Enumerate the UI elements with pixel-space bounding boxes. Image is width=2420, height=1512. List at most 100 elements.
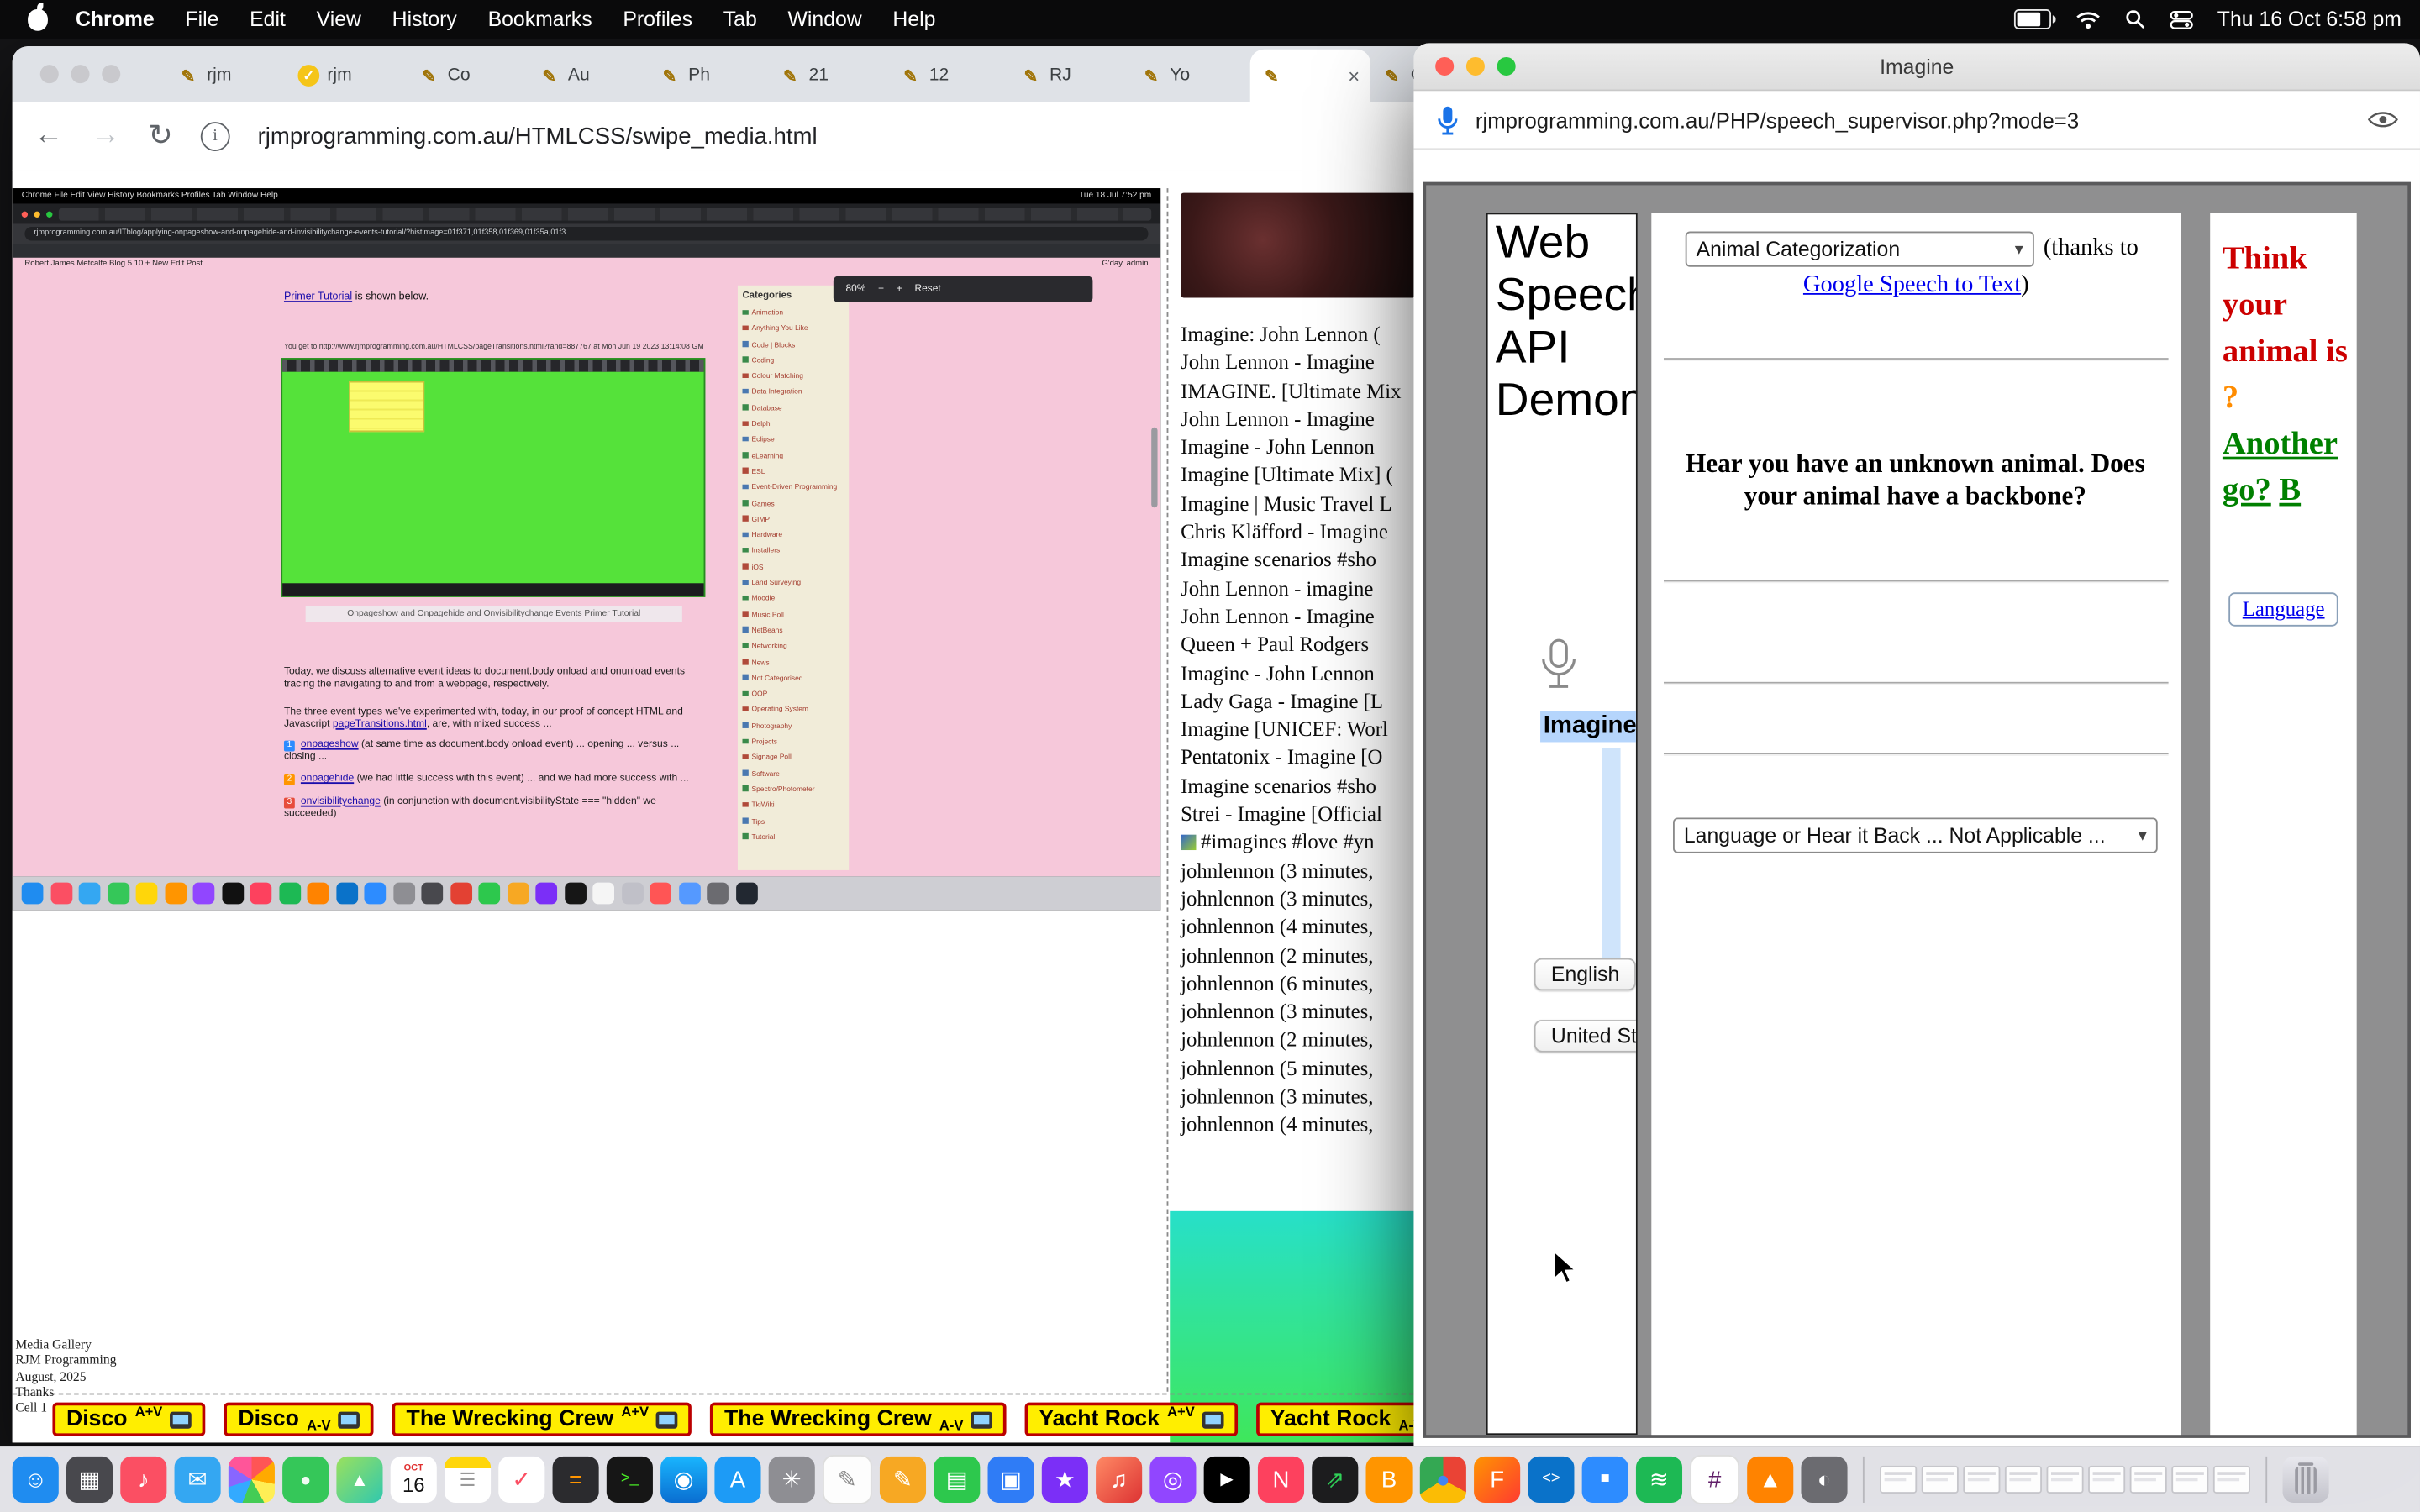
- category-link[interactable]: Not Categorised: [742, 671, 844, 687]
- minimized-window[interactable]: [1963, 1466, 2000, 1494]
- battery-icon[interactable]: [2013, 9, 2050, 29]
- settings-icon[interactable]: ✳: [769, 1457, 815, 1503]
- minimized-window[interactable]: [2213, 1466, 2250, 1494]
- category-link[interactable]: iOS: [742, 559, 844, 575]
- video-thumbnail[interactable]: [1181, 193, 1415, 298]
- vlc-icon[interactable]: ▲: [1747, 1457, 1793, 1503]
- music-icon[interactable]: ♪: [120, 1457, 166, 1503]
- category-link[interactable]: Delphi: [742, 417, 844, 433]
- category-link[interactable]: Hardware: [742, 528, 844, 543]
- textedit-icon[interactable]: ✎: [823, 1455, 872, 1504]
- nested-event-link[interactable]: onpagehide: [301, 774, 354, 785]
- browser-tab[interactable]: ✎ ×: [1250, 50, 1370, 102]
- browser-tab[interactable]: ✎ Co ×: [408, 50, 528, 102]
- category-link[interactable]: Anything You Like: [742, 322, 844, 338]
- numbers-icon[interactable]: ▤: [934, 1457, 980, 1503]
- minimized-window[interactable]: [2088, 1466, 2125, 1494]
- zoom-window-icon[interactable]: [102, 65, 120, 83]
- tv-icon[interactable]: ▶: [1204, 1457, 1250, 1503]
- menu-item[interactable]: Bookmarks: [472, 8, 608, 31]
- browser-tab[interactable]: ✎ Ph ×: [648, 50, 768, 102]
- launchpad-icon[interactable]: ▦: [66, 1457, 113, 1503]
- category-link[interactable]: Database: [742, 401, 844, 417]
- reload-icon[interactable]: ↻: [148, 118, 172, 154]
- minimized-window[interactable]: [1880, 1466, 1917, 1494]
- menu-item[interactable]: History: [376, 8, 472, 31]
- category-link[interactable]: Networking: [742, 639, 844, 655]
- category-link[interactable]: Tips: [742, 814, 844, 830]
- back-icon[interactable]: ←: [34, 118, 63, 152]
- nested-pagetransitions-link[interactable]: pageTransitions.html: [333, 719, 427, 730]
- embedded-screenshot[interactable]: Chrome File Edit View History Bookmarks …: [13, 188, 1161, 911]
- minimize-window-icon[interactable]: [71, 65, 89, 83]
- category-link[interactable]: Photography: [742, 718, 844, 734]
- imagine-title-bar[interactable]: Imagine: [1413, 43, 2420, 91]
- category-link[interactable]: ESL: [742, 465, 844, 480]
- minimized-window[interactable]: [2171, 1466, 2208, 1494]
- category-link[interactable]: News: [742, 655, 844, 671]
- category-link[interactable]: Music Poll: [742, 607, 844, 623]
- category-link[interactable]: Animation: [742, 306, 844, 322]
- pages-icon[interactable]: ✎: [880, 1457, 926, 1503]
- menu-item[interactable]: View: [301, 8, 376, 31]
- terminal-icon[interactable]: >_: [607, 1457, 653, 1503]
- nested-primer-link[interactable]: Primer Tutorial: [284, 291, 352, 302]
- category-link[interactable]: Moodle: [742, 591, 844, 607]
- calendar-icon[interactable]: OCT 16: [391, 1457, 437, 1503]
- minimized-window[interactable]: [2005, 1466, 2042, 1494]
- nested-green-image[interactable]: [281, 358, 705, 597]
- maps-icon[interactable]: ▲: [336, 1457, 382, 1503]
- language-select[interactable]: Language or Hear it Back ... Not Applica…: [1673, 817, 2158, 853]
- category-link[interactable]: Code | Blocks: [742, 337, 844, 353]
- safari-icon[interactable]: ◉: [660, 1457, 707, 1503]
- photos-icon[interactable]: [229, 1457, 275, 1503]
- nested-zoom-in-icon[interactable]: +: [897, 284, 902, 295]
- news-icon[interactable]: N: [1258, 1457, 1304, 1503]
- messages-icon[interactable]: ●: [282, 1457, 329, 1503]
- calculator-icon[interactable]: =: [553, 1457, 599, 1503]
- language-button[interactable]: English: [1534, 958, 1637, 991]
- menu-item[interactable]: Profiles: [608, 8, 708, 31]
- category-link[interactable]: Tutorial: [742, 830, 844, 846]
- imagine-url[interactable]: rjmprogramming.com.au/PHP/speech_supervi…: [1476, 108, 2079, 132]
- finder-icon[interactable]: ☺: [13, 1457, 59, 1503]
- browser-tab[interactable]: ✎ RJ ×: [1009, 50, 1129, 102]
- browser-tab[interactable]: ✎ rjm ×: [166, 50, 287, 102]
- language-link[interactable]: Language: [2243, 597, 2325, 621]
- close-window-icon[interactable]: [40, 65, 59, 83]
- reminders-icon[interactable]: ✓: [498, 1457, 544, 1503]
- microphone-icon[interactable]: [1435, 104, 1460, 135]
- category-link[interactable]: OOP: [742, 687, 844, 703]
- keynote-icon[interactable]: ▣: [988, 1457, 1034, 1503]
- nested-event-link[interactable]: onpageshow: [301, 739, 359, 750]
- slack-icon[interactable]: #: [1690, 1455, 1739, 1504]
- speech-mic-icon[interactable]: [1537, 638, 1580, 696]
- category-link[interactable]: TkiWiki: [742, 798, 844, 814]
- minimize-window-icon[interactable]: [1466, 57, 1485, 76]
- nested-scrollbar[interactable]: [1151, 428, 1157, 508]
- b-link[interactable]: B: [2279, 470, 2301, 507]
- nested-zoom-out-icon[interactable]: −: [878, 284, 884, 295]
- menu-bar-clock[interactable]: Thu 16 Oct 6:58 pm: [2217, 8, 2402, 31]
- menu-item[interactable]: Help: [877, 8, 951, 31]
- nested-event-link[interactable]: onvisibilitychange: [301, 795, 381, 806]
- menu-item[interactable]: Edit: [234, 8, 301, 31]
- zoom-window-icon[interactable]: [1497, 57, 1516, 76]
- category-link[interactable]: Signage Poll: [742, 750, 844, 766]
- category-link[interactable]: Installers: [742, 543, 844, 559]
- forward-icon[interactable]: →: [91, 118, 120, 152]
- category-link[interactable]: NetBeans: [742, 623, 844, 639]
- playlist-button[interactable]: Disco A-V: [224, 1403, 374, 1436]
- search-icon[interactable]: [2125, 9, 2145, 29]
- gimp-icon[interactable]: ◐: [1801, 1457, 1847, 1503]
- browser-tab[interactable]: ✓ rjm ×: [287, 50, 408, 102]
- minimized-window[interactable]: [2047, 1466, 2084, 1494]
- garageband-icon[interactable]: ♫: [1096, 1457, 1142, 1503]
- playlist-button[interactable]: The Wrecking Crew A+V: [392, 1403, 692, 1436]
- mail-icon[interactable]: ✉: [175, 1457, 221, 1503]
- category-select[interactable]: Animal Categorization ▾: [1686, 232, 2034, 267]
- zoom-icon[interactable]: ■: [1582, 1457, 1628, 1503]
- wifi-icon[interactable]: [2075, 10, 2100, 29]
- close-window-icon[interactable]: [1435, 57, 1454, 76]
- eye-icon[interactable]: [2368, 109, 2399, 129]
